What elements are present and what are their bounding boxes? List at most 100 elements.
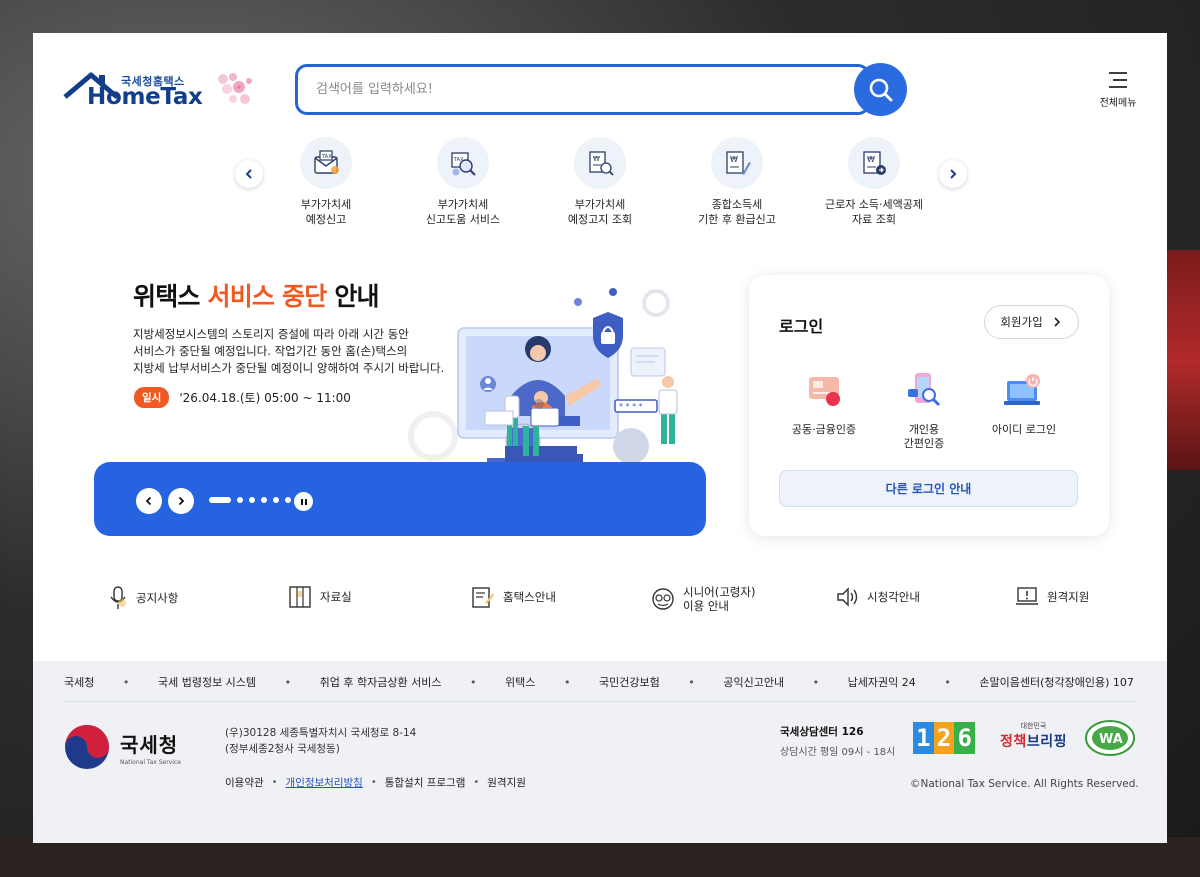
remote-support-link[interactable]: 원격지원 [487, 775, 526, 790]
svg-text:₩: ₩ [593, 155, 600, 163]
banner-dot[interactable] [237, 497, 243, 503]
quick-link-label: 홈택스안내 [503, 590, 556, 604]
banner-dot-active[interactable] [209, 497, 231, 503]
svg-text:* * * *: * * * * [619, 402, 643, 411]
login-option-certificate[interactable]: 공동·금융인증 [774, 371, 874, 437]
banner-next-button[interactable] [168, 488, 194, 514]
other-login-button[interactable]: 다른 로그인 안내 [779, 470, 1078, 507]
banner-dot[interactable] [261, 497, 267, 503]
nts-logo[interactable]: 국세청 National Tax Service [64, 724, 181, 770]
remote-support-icon [1016, 587, 1038, 605]
footer-separator: • [944, 675, 951, 689]
won-document-arrow-icon: ₩ [848, 137, 900, 189]
banner-prev-button[interactable] [136, 488, 162, 514]
quick-menu-next-button[interactable] [939, 160, 967, 188]
login-title: 로그인 [779, 317, 824, 336]
microphone-icon [110, 586, 126, 609]
full-menu-label: 전체메뉴 [1099, 98, 1137, 109]
background-decoration-bottom [0, 837, 1200, 877]
quick-link-label: 공지사항 [136, 591, 179, 605]
quick-menu-label: 종합소득세 기한 후 환급신고 [698, 198, 776, 226]
footer-link[interactable]: 취업 후 학자금상환 서비스 [320, 674, 442, 690]
logo-title: HomeTax [87, 84, 203, 110]
footer-separator: • [122, 675, 130, 689]
banner-dot[interactable] [249, 497, 255, 503]
web-accessibility-badge-icon[interactable]: WA [1084, 719, 1136, 757]
call-center-info: 국세상담센터 126 상담시간 평일 09시 - 18시 [780, 724, 895, 758]
quick-menu-item-worker-deduction[interactable]: ₩ 근로자 소득·세액공제 자료 조회 [806, 137, 942, 227]
footer-separator: • [563, 675, 571, 689]
signup-button[interactable]: 회원가입 [984, 305, 1079, 339]
search-input[interactable] [316, 67, 867, 112]
search-button[interactable] [854, 63, 907, 116]
login-option-simple-auth[interactable]: 개인용 간편인증 [874, 371, 974, 451]
banner-title-accent: 서비스 중단 [207, 282, 328, 311]
cabinet-icon [289, 586, 311, 608]
footer-separator: • [370, 777, 377, 788]
date-badge: 일시 [134, 387, 170, 408]
speaker-icon [837, 587, 858, 607]
pause-icon [300, 498, 307, 505]
hometax-page: 국세청홈택스 HomeTax 전체메뉴 TAX 부가가치세 예정신 [33, 33, 1167, 843]
svg-text:₩: ₩ [867, 155, 875, 164]
banner-pagination [209, 497, 297, 503]
privacy-policy-link[interactable]: 개인정보처리방침 [286, 775, 363, 790]
quick-menu-item-vat-preliminary[interactable]: TAX 부가가치세 예정신고 [258, 137, 394, 227]
quick-menu-label: 근로자 소득·세액공제 자료 조회 [824, 198, 924, 226]
won-document-pen-icon: ₩ [711, 137, 763, 189]
edit-document-icon [472, 587, 494, 608]
banner-title-text: 안내 [326, 282, 379, 311]
footer-link[interactable]: 공익신고안내 [723, 674, 784, 690]
footer-separator: • [271, 777, 278, 788]
login-option-label: 아이디 로그인 [991, 423, 1057, 436]
policy-briefing-logo[interactable]: 대한민국 정책브리핑 [996, 721, 1071, 751]
nts-name-english: National Tax Service [120, 758, 181, 766]
security-illustration: * * * * [408, 288, 678, 470]
quick-link-label: 원격지원 [1047, 590, 1090, 604]
footer-link[interactable]: 국세 법령정보 시스템 [158, 674, 256, 690]
badge-digit: 6 [954, 722, 976, 754]
cherry-blossom-icon [218, 73, 252, 104]
footer-link[interactable]: 납세자권익 24 [848, 674, 916, 690]
banner-dot[interactable] [273, 497, 279, 503]
banner-title: 위택스 서비스 중단 안내 [133, 277, 380, 313]
chevron-right-icon [178, 496, 185, 506]
hometax-logo[interactable]: 국세청홈택스 HomeTax [63, 69, 252, 119]
quick-menu-item-vat-notice[interactable]: ₩ 부가가치세 예정고지 조회 [532, 137, 668, 227]
terms-link[interactable]: 이용약관 [225, 775, 264, 790]
quick-link-audiovisual[interactable]: 시청각안내 [835, 585, 920, 609]
senior-icon [652, 588, 674, 610]
quick-link-notice[interactable]: 공지사항 [108, 585, 178, 611]
quick-link-senior-guide[interactable]: 시니어(고령자) 이용 안내 [651, 585, 755, 613]
svg-text:WA: WA [1099, 732, 1123, 747]
footer-link[interactable]: 손말이음센터(청각장애인용) 107 [979, 674, 1134, 690]
footer-link[interactable]: 위택스 [505, 674, 535, 690]
footer: 국세청 • 국세 법령정보 시스템 • 취업 후 학자금상환 서비스 • 위택스… [33, 661, 1167, 843]
quick-menu-item-income-tax-refund[interactable]: ₩ 종합소득세 기한 후 환급신고 [669, 137, 805, 227]
login-option-label: 개인용 간편인증 [903, 423, 945, 450]
quick-link-remote-support[interactable]: 원격지원 [1015, 585, 1089, 609]
banner-dot[interactable] [285, 497, 291, 503]
quick-menu-label: 부가가치세 예정고지 조회 [567, 198, 633, 226]
search-box [295, 64, 870, 115]
nts-name-korean: 국세청 [120, 732, 179, 757]
footer-divider [64, 701, 1136, 702]
nts-name: 국세청 National Tax Service [120, 729, 181, 766]
call-center-title: 국세상담센터 126 [780, 726, 864, 738]
badge-digit: 2 [933, 722, 955, 754]
login-option-id[interactable]: 아이디 로그인 [974, 371, 1074, 437]
chevron-right-icon [1054, 317, 1060, 327]
footer-link[interactable]: 국민건강보험 [599, 674, 660, 690]
footer-link[interactable]: 국세청 [64, 674, 94, 690]
call-center-126-badge[interactable]: 1 2 6 [913, 722, 976, 754]
quick-menu-item-vat-help[interactable]: TAX 부가가치세 신고도움 서비스 [395, 137, 531, 227]
footer-separator: • [470, 675, 477, 689]
full-menu-button[interactable]: 전체메뉴 [1096, 71, 1140, 113]
banner-pause-button[interactable] [294, 492, 313, 511]
banner-date-row: 일시 '26.04.18.(토) 05:00 ~ 11:00 [134, 387, 351, 408]
install-program-link[interactable]: 통합설치 프로그램 [385, 775, 466, 790]
quick-link-hometax-guide[interactable]: 홈택스안내 [471, 585, 556, 609]
copyright: ©National Tax Service. All Rights Reserv… [910, 778, 1139, 790]
footer-address: (우)30128 세종특별자치시 국세청로 8-14 (정부세종2청사 국세청동… [225, 727, 417, 755]
quick-link-archive[interactable]: 자료실 [288, 585, 352, 609]
